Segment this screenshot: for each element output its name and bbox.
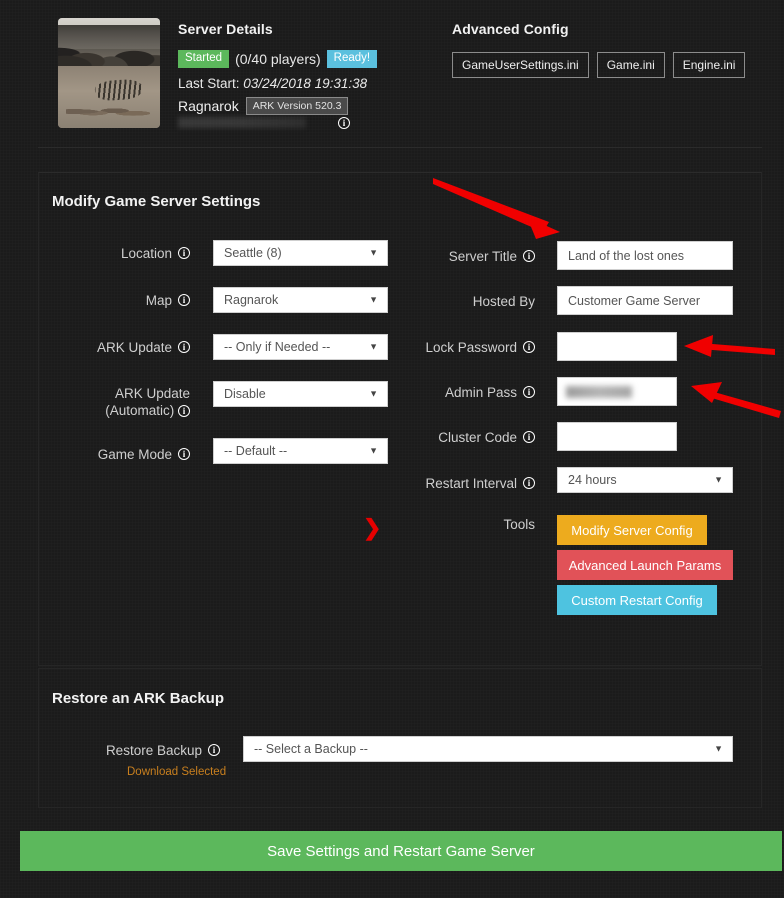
chevron-down-icon: ▼ xyxy=(714,474,723,485)
server-status-row: Started (0/40 players) Ready! xyxy=(178,50,378,68)
redacted-server-address xyxy=(178,117,306,128)
label-tools: Tools xyxy=(503,516,535,532)
ark-update-automatic-select[interactable]: Disable ▼ xyxy=(213,381,388,407)
server-title-input[interactable]: Land of the lost ones xyxy=(557,241,733,270)
game-ini-button[interactable]: Game.ini xyxy=(596,52,665,78)
location-select[interactable]: Seattle (8) ▼ xyxy=(213,240,388,266)
server-details-heading: Server Details xyxy=(178,21,273,37)
player-count: (0/40 players) xyxy=(235,50,321,67)
label-admin-pass: Admin Pass i xyxy=(400,383,535,401)
game-mode-select[interactable]: -- Default -- ▼ xyxy=(213,438,388,464)
chevron-down-icon: ▼ xyxy=(369,294,378,305)
info-icon[interactable]: i xyxy=(178,341,190,353)
info-icon[interactable]: i xyxy=(523,477,535,489)
label-cluster-code: Cluster Code i xyxy=(400,428,535,446)
modify-server-config-button[interactable]: Modify Server Config xyxy=(557,515,707,545)
info-icon[interactable]: i xyxy=(523,386,535,398)
ready-badge: Ready! xyxy=(326,50,378,68)
label-lock-password: Lock Password i xyxy=(400,338,535,356)
label-game-mode: Game Mode i xyxy=(60,445,190,463)
last-start-label: Last Start: xyxy=(178,76,240,91)
chevron-down-icon: ▼ xyxy=(369,247,378,258)
label-ark-update-automatic: ARK Update (Automatic) i xyxy=(105,386,190,418)
info-icon[interactable]: i xyxy=(178,405,190,418)
server-map-thumbnail xyxy=(58,18,160,128)
masked-password-value xyxy=(566,385,632,398)
label-ark-update: ARK Update i xyxy=(60,338,190,356)
info-icon[interactable]: i xyxy=(178,247,190,259)
ark-update-select[interactable]: -- Only if Needed -- ▼ xyxy=(213,334,388,360)
restore-backup-heading: Restore an ARK Backup xyxy=(52,690,224,707)
info-icon[interactable]: i xyxy=(523,341,535,353)
server-map-name: Ragnarok xyxy=(178,98,239,114)
advanced-launch-params-button[interactable]: Advanced Launch Params xyxy=(557,550,733,580)
info-icon[interactable]: i xyxy=(338,117,350,129)
gameusersettings-ini-button[interactable]: GameUserSettings.ini xyxy=(452,52,589,78)
ark-version-badge: ARK Version 520.3 xyxy=(245,97,349,115)
info-icon[interactable]: i xyxy=(208,744,220,756)
page-title: Modify Game Server Settings xyxy=(52,193,261,210)
restart-interval-select[interactable]: 24 hours ▼ xyxy=(557,467,733,493)
chevron-down-icon: ▼ xyxy=(369,445,378,456)
last-start-value: 03/24/2018 19:31:38 xyxy=(243,76,368,91)
ark-server-settings-page: Server Details Started (0/40 players) Re… xyxy=(0,0,784,898)
download-selected-link[interactable]: Download Selected xyxy=(127,766,226,778)
chevron-down-icon: ▼ xyxy=(369,388,378,399)
info-icon[interactable]: i xyxy=(178,448,190,460)
save-settings-button[interactable]: Save Settings and Restart Game Server xyxy=(20,831,782,871)
label-location: Location i xyxy=(60,244,190,262)
label-restart-interval: Restart Interval i xyxy=(400,474,535,492)
chevron-annotation-mark: ❯ xyxy=(363,515,382,540)
map-select[interactable]: Ragnarok ▼ xyxy=(213,287,388,313)
engine-ini-button[interactable]: Engine.ini xyxy=(672,52,746,78)
status-badge: Started xyxy=(178,50,230,68)
label-map: Map i xyxy=(60,291,190,309)
map-version-row: Ragnarok ARK Version 520.3 xyxy=(178,97,349,115)
lock-password-input[interactable] xyxy=(557,332,677,361)
label-hosted-by: Hosted By xyxy=(472,293,535,309)
last-start-row: Last Start: 03/24/2018 19:31:38 xyxy=(178,76,367,91)
info-icon[interactable]: i xyxy=(178,294,190,306)
server-details-panel: Server Details Started (0/40 players) Re… xyxy=(38,0,762,148)
chevron-down-icon: ▼ xyxy=(714,743,723,754)
label-restore-backup: Restore Backup i xyxy=(60,741,220,759)
chevron-down-icon: ▼ xyxy=(369,341,378,352)
advanced-config-heading: Advanced Config xyxy=(452,21,569,37)
info-icon[interactable]: i xyxy=(523,431,535,443)
custom-restart-config-button[interactable]: Custom Restart Config xyxy=(557,585,717,615)
hosted-by-input[interactable]: Customer Game Server xyxy=(557,286,733,315)
admin-pass-input[interactable] xyxy=(557,377,677,406)
info-icon[interactable]: i xyxy=(523,250,535,262)
cluster-code-input[interactable] xyxy=(557,422,677,451)
advanced-config-buttons: GameUserSettings.ini Game.ini Engine.ini xyxy=(452,52,746,78)
restore-backup-select[interactable]: -- Select a Backup -- ▼ xyxy=(243,736,733,762)
label-server-title: Server Title i xyxy=(400,247,535,265)
